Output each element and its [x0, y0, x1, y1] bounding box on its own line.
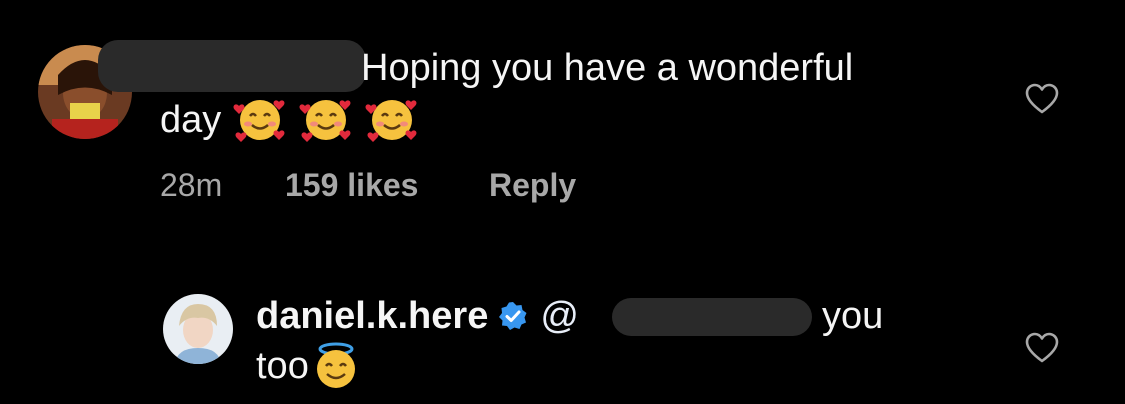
smiling-face-with-hearts-icon — [365, 96, 419, 144]
smiling-face-with-hearts-icon — [299, 96, 353, 144]
mention-prefix[interactable]: @ — [540, 294, 579, 338]
comment-text-line1: Hoping you have a wonderful — [361, 47, 854, 89]
reply-avatar[interactable] — [163, 294, 233, 364]
smiling-face-with-hearts-icon — [233, 96, 287, 144]
reply-line1: daniel.k.here @ — [256, 294, 579, 338]
heart-outline-icon[interactable] — [1025, 332, 1059, 364]
reply-text-after-mention: you — [822, 295, 884, 337]
comment-likes-count[interactable]: 159 likes — [285, 166, 418, 204]
smiling-face-with-halo-icon — [311, 342, 361, 390]
redacted-mention — [612, 298, 812, 336]
comment-text-day: day — [160, 99, 222, 141]
reply-text-too: too — [256, 345, 309, 387]
heart-outline-icon[interactable] — [1025, 83, 1059, 115]
reply-line2: too — [256, 342, 361, 390]
reply-button[interactable]: Reply — [489, 166, 576, 204]
comment-timestamp: 28m — [160, 167, 223, 203]
reply-username[interactable]: daniel.k.here — [256, 294, 488, 338]
comment-text-line2: day — [160, 96, 419, 144]
redacted-username — [98, 40, 366, 92]
verified-badge-icon — [498, 301, 528, 331]
